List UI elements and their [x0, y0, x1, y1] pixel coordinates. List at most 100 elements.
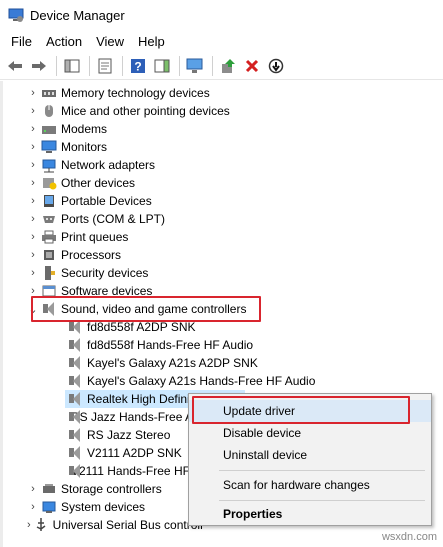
- menu-view[interactable]: View: [89, 34, 131, 49]
- properties-icon[interactable]: [94, 55, 116, 77]
- tree-device-label: V2111 A2DP SNK: [87, 446, 182, 460]
- help-icon[interactable]: ?: [127, 55, 149, 77]
- speaker-icon: [67, 391, 83, 407]
- port-icon: [41, 211, 57, 227]
- printer-icon: [41, 229, 57, 245]
- window-title: Device Manager: [30, 7, 125, 23]
- chevron-right-icon[interactable]: ›: [27, 102, 39, 120]
- chevron-right-icon[interactable]: ›: [27, 210, 39, 228]
- mouse-icon: [41, 103, 57, 119]
- tree-device-label: RS Jazz Stereo: [87, 428, 171, 442]
- tree-category-label: Memory technology devices: [61, 86, 210, 100]
- tree-category[interactable]: › Print queues: [27, 228, 128, 246]
- chevron-right-icon[interactable]: ›: [27, 156, 39, 174]
- tree-category[interactable]: › Universal Serial Bus controllers: [27, 516, 202, 534]
- menu-separator: [219, 500, 425, 501]
- tree-category[interactable]: › Processors: [27, 246, 121, 264]
- monitor-icon: [41, 139, 57, 155]
- chevron-right-icon[interactable]: ›: [27, 516, 31, 534]
- tree-category[interactable]: › Security devices: [27, 264, 148, 282]
- tree-category[interactable]: › Network adapters: [27, 156, 155, 174]
- tree-device[interactable]: Kayel's Galaxy A21s Hands-Free HF Audio: [65, 372, 315, 390]
- toolbar-separator: [179, 55, 180, 76]
- network-adapter-icon: [41, 157, 57, 173]
- chevron-right-icon[interactable]: ›: [27, 138, 39, 156]
- tree-category[interactable]: › System devices: [27, 498, 145, 516]
- chevron-right-icon[interactable]: ›: [27, 246, 39, 264]
- scan-hardware-icon[interactable]: [184, 55, 206, 77]
- annotation-highlight-box: [192, 396, 410, 424]
- disable-device-icon[interactable]: [265, 55, 287, 77]
- tree-category-label: Ports (COM & LPT): [61, 212, 166, 226]
- menu-help[interactable]: Help: [131, 34, 172, 49]
- chevron-right-icon[interactable]: ›: [27, 264, 39, 282]
- tree-category-label: Universal Serial Bus controllers: [52, 518, 202, 532]
- forward-arrow-icon[interactable]: [28, 55, 50, 77]
- menu-item-properties[interactable]: Properties: [189, 503, 431, 525]
- tree-category[interactable]: › Modems: [27, 120, 107, 138]
- chevron-right-icon[interactable]: ›: [27, 480, 39, 498]
- tree-category-label: Modems: [61, 122, 108, 136]
- tree-category-label: Portable Devices: [61, 194, 152, 208]
- menu-separator: [219, 470, 425, 471]
- menu-item-uninstall-device[interactable]: Uninstall device: [189, 444, 431, 466]
- tree-category[interactable]: › Mice and other pointing devices: [27, 102, 230, 120]
- tree-device[interactable]: RS Jazz Hands-Free AG Audio: [65, 408, 191, 426]
- tree-device-label: fd8d558f A2DP SNK: [87, 320, 196, 334]
- tree-device-label: RS Jazz Hands-Free AG Audio: [71, 410, 191, 424]
- show-hide-console-tree-icon[interactable]: [61, 55, 83, 77]
- tree-category[interactable]: › Portable Devices: [27, 192, 152, 210]
- tree-device[interactable]: Kayel's Galaxy A21s A2DP SNK: [65, 354, 258, 372]
- portable-device-icon: [41, 193, 57, 209]
- uninstall-icon[interactable]: [241, 55, 263, 77]
- chevron-right-icon[interactable]: ›: [27, 192, 39, 210]
- tree-category[interactable]: › Ports (COM & LPT): [27, 210, 165, 228]
- tree-device[interactable]: RS Jazz Stereo: [65, 426, 170, 444]
- tree-device-label: fd8d558f Hands-Free HF Audio: [87, 338, 254, 352]
- tree-category-label: Processors: [61, 248, 122, 262]
- speaker-icon: [67, 373, 83, 389]
- tree-device[interactable]: fd8d558f Hands-Free HF Audio: [65, 336, 253, 354]
- toolbar-separator: [56, 55, 57, 76]
- svg-text:?: ?: [134, 59, 141, 73]
- speaker-icon: [67, 427, 83, 443]
- tree-category-label: Print queues: [61, 230, 129, 244]
- tree-category-label: Storage controllers: [61, 482, 162, 496]
- chevron-right-icon[interactable]: ›: [27, 498, 39, 516]
- tree-category-label: System devices: [61, 500, 146, 514]
- action-pane-icon[interactable]: [151, 55, 173, 77]
- watermark: wsxdn.com: [381, 531, 437, 543]
- chevron-right-icon[interactable]: ›: [27, 120, 39, 138]
- tree-category[interactable]: › Monitors: [27, 138, 107, 156]
- toolbar-separator: [122, 55, 123, 76]
- speaker-icon: [67, 445, 83, 461]
- speaker-icon: [67, 355, 83, 371]
- tree-category-label: Mice and other pointing devices: [61, 104, 230, 118]
- chevron-right-icon[interactable]: ›: [27, 84, 39, 102]
- tree-category-label: Network adapters: [61, 158, 156, 172]
- toolbar: ?: [0, 52, 443, 80]
- menu-item-scan-hardware[interactable]: Scan for hardware changes: [189, 474, 431, 496]
- menu-file[interactable]: File: [4, 34, 39, 49]
- memory-device-icon: [41, 85, 57, 101]
- menu-action[interactable]: Action: [39, 34, 89, 49]
- tree-device[interactable]: V2111 A2DP SNK: [65, 444, 182, 462]
- annotation-highlight-box: [31, 296, 261, 322]
- tree-category[interactable]: › Memory technology devices: [27, 84, 210, 102]
- modem-icon: [41, 121, 57, 137]
- tree-device[interactable]: V2111 Hands-Free HF Audio: [65, 462, 191, 480]
- tree-category[interactable]: › Storage controllers: [27, 480, 162, 498]
- menu-item-disable-device[interactable]: Disable device: [189, 422, 431, 444]
- chevron-right-icon[interactable]: ›: [27, 174, 39, 192]
- tree-category-label: Monitors: [61, 140, 108, 154]
- back-arrow-icon[interactable]: [4, 55, 26, 77]
- processor-icon: [41, 247, 57, 263]
- security-device-icon: [41, 265, 57, 281]
- tree-device-label: V2111 Hands-Free HF Audio: [71, 464, 191, 478]
- tree-category[interactable]: › Other devices: [27, 174, 135, 192]
- tree-device-label: Kayel's Galaxy A21s Hands-Free HF Audio: [87, 374, 316, 388]
- system-device-icon: [41, 499, 57, 515]
- speaker-icon: [67, 337, 83, 353]
- chevron-right-icon[interactable]: ›: [27, 228, 39, 246]
- update-driver-icon[interactable]: [217, 55, 239, 77]
